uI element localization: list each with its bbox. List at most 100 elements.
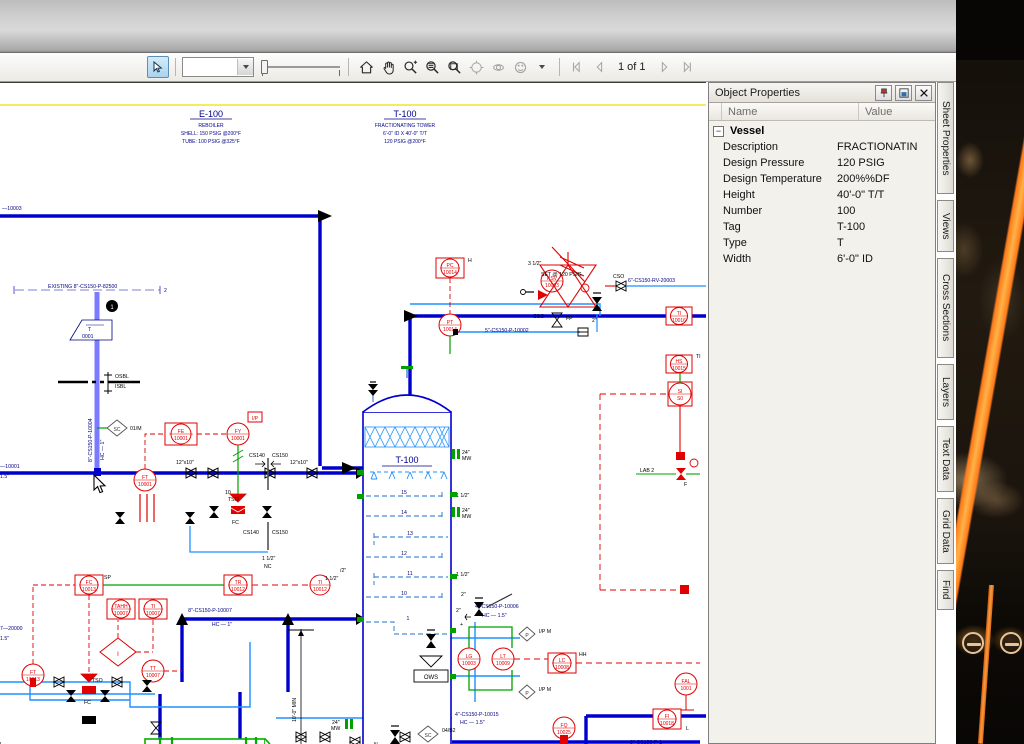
- instrument-ft-10001: FT 10001: [133, 468, 157, 492]
- toolbar-dropdown-arrow[interactable]: [531, 56, 553, 78]
- svg-text:HH: HH: [579, 652, 587, 658]
- property-name: Height: [723, 189, 755, 201]
- property-group-vessel[interactable]: − Vessel: [709, 123, 935, 139]
- svg-text:CSO: CSO: [533, 314, 544, 320]
- toolbar: 1 of 1: [0, 53, 956, 82]
- svg-text:13: 13: [407, 531, 413, 537]
- control-valve-fc: 10 TSO FC: [225, 490, 247, 526]
- svg-text:FC: FC: [232, 520, 239, 526]
- pan-hand-icon[interactable]: [377, 56, 399, 78]
- svg-text:LAB 2: LAB 2: [640, 468, 654, 474]
- svg-text:F: F: [684, 482, 687, 488]
- flow-arrow: [318, 210, 332, 222]
- svg-text:3 1/2": 3 1/2": [528, 261, 542, 267]
- next-page-icon[interactable]: [654, 56, 676, 78]
- home-icon[interactable]: [355, 56, 377, 78]
- control-valve-10013: TSO FC: [80, 595, 103, 706]
- toolbar-separator: [175, 58, 176, 76]
- sidebar-item-grid-data[interactable]: Grid Data: [937, 498, 954, 564]
- svg-text:T-100: T-100: [393, 109, 416, 119]
- ft-element-marks: [139, 494, 155, 522]
- instrument-lg-10003: LG 10003: [457, 647, 481, 671]
- first-page-icon[interactable]: [566, 56, 588, 78]
- svg-text:SC: SC: [425, 733, 432, 739]
- svg-text:SET @ 120 PSIG: SET @ 120 PSIG: [541, 272, 582, 278]
- spec-break-3: +: [460, 613, 471, 628]
- psv-drain: [520, 289, 548, 300]
- zoom-window-icon[interactable]: [443, 56, 465, 78]
- pid-drawing: E-100 REBOILER SHELL: 150 PSIG @200°F TU…: [0, 109, 706, 744]
- svg-text:1001: 1001: [680, 686, 691, 692]
- chevron-down-icon[interactable]: [237, 59, 253, 75]
- property-value: 6'-0" ID: [837, 253, 873, 265]
- existing-line-callout: EXISTING 8"-CS150-P-82500 2: [13, 284, 167, 294]
- last-page-icon[interactable]: [676, 56, 698, 78]
- svg-text:CS140: CS140: [249, 453, 265, 459]
- prev-page-icon[interactable]: [588, 56, 610, 78]
- svg-text:/2": /2": [340, 568, 346, 574]
- sidebar-item-text-data[interactable]: Text Data: [937, 426, 954, 492]
- drain-valves: [115, 506, 272, 524]
- table-row[interactable]: Type T: [709, 235, 935, 251]
- close-icon[interactable]: [915, 84, 932, 101]
- drawing-canvas[interactable]: E-100 REBOILER SHELL: 150 PSIG @200°F TU…: [0, 82, 706, 744]
- table-row[interactable]: Design Pressure 120 PSIG: [709, 155, 935, 171]
- instrument-fq-10025: FQ 10025: [552, 716, 576, 744]
- svg-text:H: H: [468, 258, 472, 264]
- instrument-tahh-10007: TAHH 10007: [106, 598, 136, 620]
- svg-text:MW: MW: [462, 456, 471, 462]
- sidebar-item-sheet-properties[interactable]: Sheet Properties: [937, 82, 954, 194]
- property-name: Description: [723, 141, 779, 153]
- svg-text:5"-CS150-P-10002: 5"-CS150-P-10002: [485, 328, 529, 334]
- table-row[interactable]: Number 100: [709, 203, 935, 219]
- svg-text:10009: 10009: [496, 661, 510, 667]
- svg-text:10001: 10001: [231, 436, 245, 442]
- svg-text:L: L: [686, 726, 689, 732]
- svg-text:+: +: [460, 622, 463, 628]
- svg-text:0001: 0001: [82, 334, 94, 340]
- table-row[interactable]: Width 6'-0" ID: [709, 251, 935, 267]
- spec-break-2: CS140 CS150 1 1/2" NC: [243, 522, 288, 570]
- property-value: 120 PSIG: [837, 157, 885, 169]
- svg-text:15: 15: [401, 490, 407, 496]
- fp-drain: CSO FP: [533, 312, 573, 328]
- svg-text:CS140: CS140: [243, 530, 259, 536]
- svg-text:10008: 10008: [555, 665, 569, 671]
- signal-loop-right: [599, 393, 680, 591]
- zoom-slider-knob[interactable]: [261, 60, 268, 74]
- table-row[interactable]: Tag T-100: [709, 219, 935, 235]
- ip-m-tags: P I/P M P I/P M: [518, 626, 551, 700]
- svg-text:120 PSIG @200°F: 120 PSIG @200°F: [384, 139, 426, 145]
- zoom-fit-icon[interactable]: [421, 56, 443, 78]
- select-arrow-icon[interactable]: [147, 56, 169, 78]
- orbit-free-icon[interactable]: [487, 56, 509, 78]
- sidebar-item-cross-sections[interactable]: Cross Sections: [937, 258, 954, 358]
- sidebar-item-layers[interactable]: Layers: [937, 364, 954, 420]
- view-select-combo[interactable]: [182, 57, 254, 77]
- sidebar-item-find[interactable]: Find: [937, 570, 954, 610]
- orbit-constrained-icon[interactable]: [465, 56, 487, 78]
- sidebar-item-views[interactable]: Views: [937, 200, 954, 252]
- svg-text:FRACTIONATING TOWER: FRACTIONATING TOWER: [375, 123, 436, 129]
- svg-text:1.5": 1.5": [0, 474, 9, 480]
- dock-icon[interactable]: [895, 84, 912, 101]
- svg-text:2": 2": [592, 318, 597, 324]
- table-row[interactable]: Design Temperature 200%%DF: [709, 171, 935, 187]
- drains-lower-left: [66, 680, 152, 724]
- svg-text:HC — 1": HC — 1": [212, 622, 232, 628]
- svg-text:TSO: TSO: [92, 678, 103, 684]
- pin-icon[interactable]: [875, 84, 892, 101]
- zoom-in-icon[interactable]: [399, 56, 421, 78]
- svg-text:12"x10": 12"x10": [176, 460, 194, 466]
- collapse-icon[interactable]: −: [713, 125, 724, 137]
- desktop-top-band: [0, 0, 956, 53]
- zoom-slider[interactable]: [260, 57, 342, 77]
- orbit-walk-icon[interactable]: [509, 56, 531, 78]
- svg-text:6"-CS150-RV-20003: 6"-CS150-RV-20003: [628, 278, 675, 284]
- svg-text:—10001: —10001: [0, 464, 20, 470]
- table-row[interactable]: Description FRACTIONATIN: [709, 139, 935, 155]
- svg-text:FC: FC: [84, 700, 91, 706]
- table-row[interactable]: Height 40'-0" T/T: [709, 187, 935, 203]
- property-name: Type: [723, 237, 747, 249]
- svg-text:10012: 10012: [313, 587, 327, 593]
